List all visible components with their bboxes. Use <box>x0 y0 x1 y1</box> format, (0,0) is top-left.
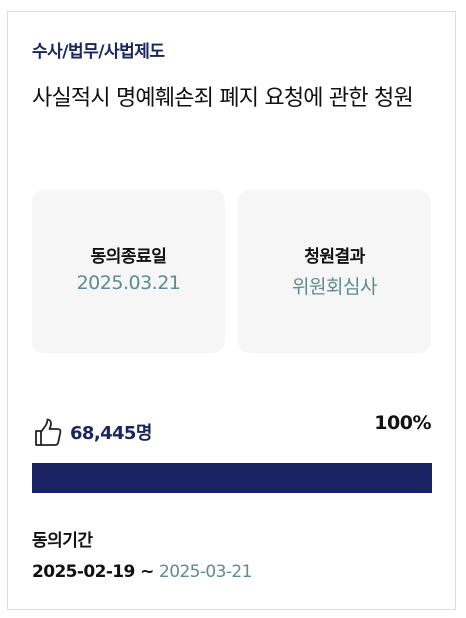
agreement-period: 2025-02-19 ~ 2025-03-21 <box>32 562 252 582</box>
agreement-count-row: 68,445명 <box>32 414 152 450</box>
end-date-box: 동의종료일 2025.03.21 <box>32 190 225 353</box>
agreement-percent: 100% <box>374 412 431 434</box>
agreement-period-label: 동의기간 <box>32 531 93 551</box>
end-date-value: 2025.03.21 <box>76 272 181 294</box>
result-label: 청원결과 <box>304 247 365 267</box>
period-separator: ~ <box>134 562 160 582</box>
end-date-label: 동의종료일 <box>90 247 167 267</box>
petition-title[interactable]: 사실적시 명예훼손죄 폐지 요청에 관한 청원 <box>32 82 432 116</box>
petition-card[interactable]: 수사/법무/사법제도 사실적시 명예훼손죄 폐지 요청에 관한 청원 동의종료일… <box>7 11 456 610</box>
petition-category: 수사/법무/사법제도 <box>32 42 165 62</box>
agreement-count: 68,445명 <box>70 423 152 444</box>
period-end-date: 2025-03-21 <box>159 562 252 582</box>
agreement-progress-fill <box>32 463 432 493</box>
result-box: 청원결과 위원회심사 <box>238 190 431 353</box>
thumbs-up-icon <box>35 418 62 446</box>
result-value: 위원회심사 <box>292 276 377 298</box>
agreement-progress-bar <box>32 463 432 493</box>
period-start-date: 2025-02-19 <box>32 562 135 582</box>
